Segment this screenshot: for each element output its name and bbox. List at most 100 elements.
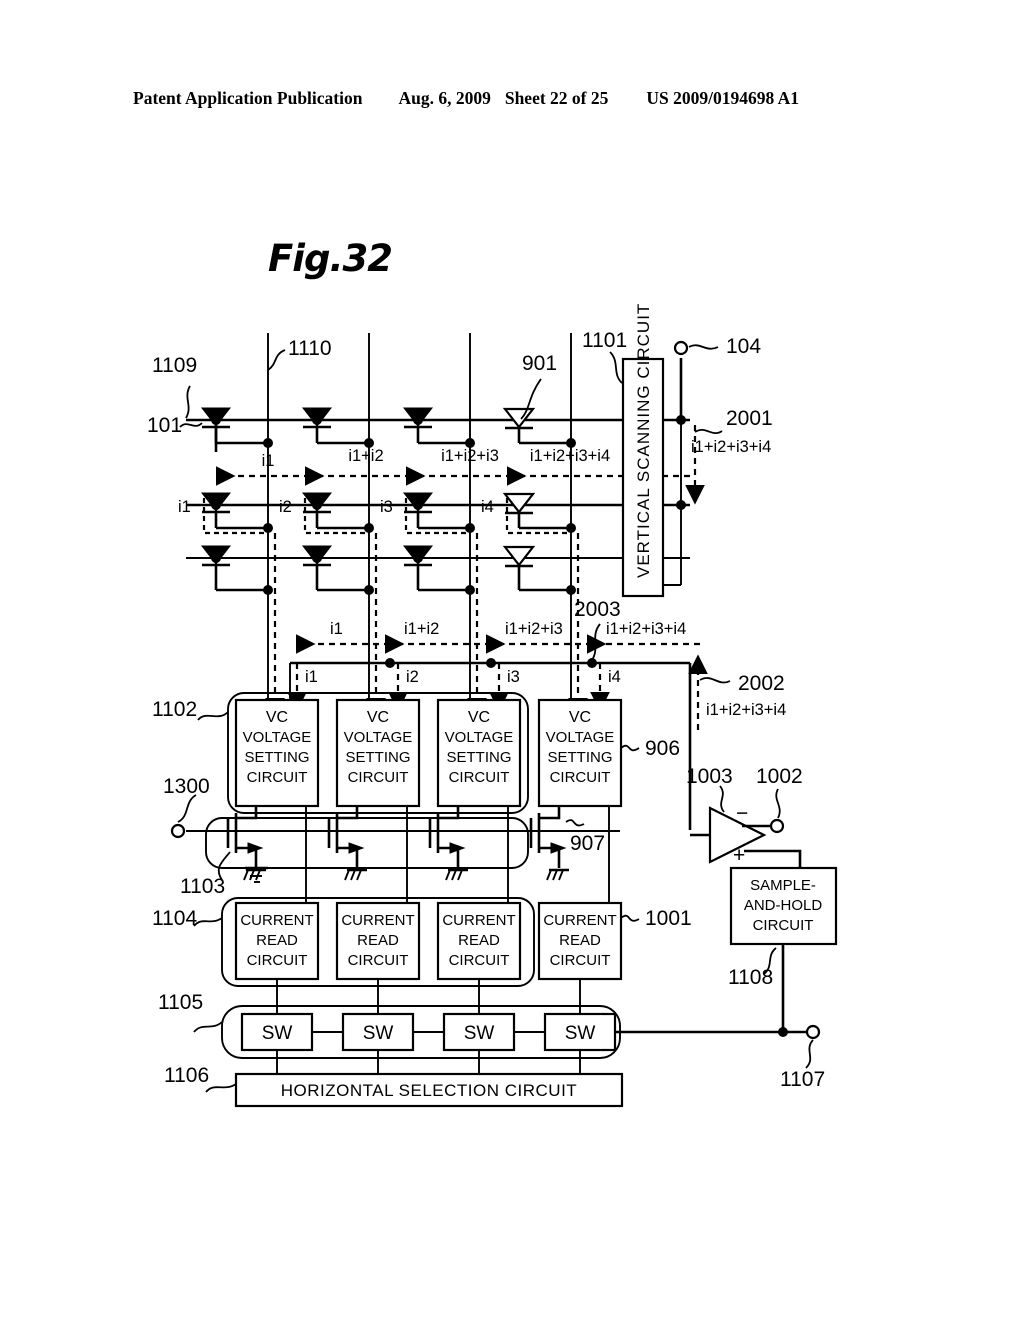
row-current-label-4: i1+i2+i3+i4 (530, 447, 610, 465)
switch-1[interactable]: SW (240, 1012, 314, 1052)
row-current-label-1: i1 (262, 452, 275, 470)
vc-voltage-setting-circuit-2[interactable]: VC VOLTAGE SETTING CIRCUIT (335, 698, 421, 808)
switch-4[interactable]: SW (543, 1012, 617, 1052)
sample-and-hold-circuit[interactable]: SAMPLE- AND-HOLD CIRCUIT (729, 866, 838, 946)
vc-voltage-setting-circuit-4[interactable]: VC VOLTAGE SETTING CIRCUIT (537, 698, 623, 808)
read-label-4-line3: CIRCUIT (550, 952, 611, 969)
vc-input-label-i3: i3 (507, 668, 520, 686)
gate-bus (170, 823, 620, 839)
vc-label-2-line1: VC (367, 709, 389, 726)
sample-hold-label-line1: SAMPLE- (750, 877, 816, 894)
sample-hold-label-line3: CIRCUIT (753, 917, 814, 934)
vc-label-1-line2: VOLTAGE (243, 729, 312, 746)
vc-label-3-line2: VOLTAGE (445, 729, 514, 746)
ref-104: 104 (726, 335, 761, 358)
switch-3-label: SW (464, 1023, 495, 1044)
vc-label-4-line4: CIRCUIT (550, 769, 611, 786)
horizontal-selection-circuit-label: HORIZONTAL SELECTION CIRCUIT (281, 1081, 577, 1100)
read-label-3-line1: CURRENT (442, 912, 515, 929)
circuit-diagram: i1 i1+i2 i1+i2+i3 i1+i2+i3+i4 i1 i2 i3 i… (147, 303, 838, 1108)
current-read-circuit-2[interactable]: CURRENT READ CIRCUIT (335, 901, 421, 981)
vc-input-arrows (287, 663, 610, 712)
switch-2-label: SW (363, 1023, 394, 1044)
vc-voltage-setting-circuit-3[interactable]: VC VOLTAGE SETTING CIRCUIT (436, 698, 522, 808)
ref-901: 901 (522, 352, 557, 375)
vc-voltage-setting-circuit-1[interactable]: VC VOLTAGE SETTING CIRCUIT (234, 698, 320, 808)
horizontal-selection-circuit[interactable]: HORIZONTAL SELECTION CIRCUIT (234, 1072, 624, 1108)
read-label-4-line1: CURRENT (543, 912, 616, 929)
pixel-current-label-i4: i4 (481, 498, 494, 516)
read-to-sw-links (276, 979, 581, 1015)
ref-1003: 1003 (686, 765, 733, 788)
sw-to-hsc-links (276, 1050, 581, 1074)
ref-1103: 1103 (180, 875, 225, 898)
patent-drawing-page: Patent Application Publication Aug. 6, 20… (0, 0, 1024, 1320)
ref-907: 907 (570, 832, 605, 855)
vc-label-2-line3: SETTING (345, 749, 410, 766)
row-current-label-3: i1+i2+i3 (441, 447, 499, 465)
pixel-array-rows (186, 418, 690, 559)
pixel-current-label-i1: i1 (178, 498, 191, 516)
bus-current-label-1: i1 (330, 620, 343, 638)
read-label-2-line2: READ (357, 932, 399, 949)
ref-1102: 1102 (152, 698, 197, 721)
output-current-label: i1+i2+i3+i4 (706, 701, 786, 719)
bus-current-label-4: i1+i2+i3+i4 (606, 620, 686, 638)
transistor-4 (529, 806, 569, 881)
amp-feedback-path (744, 849, 802, 868)
amplifier-plus-label: + (733, 844, 745, 867)
ref-1105: 1105 (158, 991, 203, 1014)
read-label-1-line1: CURRENT (240, 912, 313, 929)
ground-symbol-2 (344, 868, 367, 881)
read-label-2-line3: CIRCUIT (348, 952, 409, 969)
ref-906: 906 (645, 737, 680, 760)
switch-1-label: SW (262, 1023, 293, 1044)
current-read-circuit-3[interactable]: CURRENT READ CIRCUIT (436, 901, 522, 981)
current-read-circuit-4[interactable]: CURRENT READ CIRCUIT (537, 901, 623, 981)
ref-1107: 1107 (780, 1068, 825, 1091)
vc-label-4-line2: VOLTAGE (546, 729, 615, 746)
read-label-3-line2: READ (458, 932, 500, 949)
vc-input-label-i2: i2 (406, 668, 419, 686)
vc-label-1-line4: CIRCUIT (247, 769, 308, 786)
ref-1002: 1002 (756, 765, 803, 788)
vc-label-3-line3: SETTING (446, 749, 511, 766)
ref-2002: 2002 (738, 672, 785, 695)
ref-2003: 2003 (574, 598, 621, 621)
vc-label-1-line1: VC (266, 709, 288, 726)
bus-current-label-2: i1+i2 (404, 620, 439, 638)
read-label-1-line2: READ (256, 932, 298, 949)
amplifier[interactable] (690, 806, 767, 864)
amplifier-minus-label: − (736, 802, 748, 825)
vsc-row-connections (663, 340, 689, 586)
pixel-current-label-i3: i3 (380, 498, 393, 516)
read-label-3-line3: CIRCUIT (449, 952, 510, 969)
switch-2[interactable]: SW (341, 1012, 415, 1052)
ref-1101: 1101 (582, 329, 627, 352)
vertical-scanning-circuit[interactable]: VERTICAL SCANNING CIRCUIT (621, 303, 665, 598)
read-label-1-line3: CIRCUIT (247, 952, 308, 969)
ref-1110: 1110 (288, 337, 332, 360)
vc-label-3-line4: CIRCUIT (449, 769, 510, 786)
vertical-scanning-circuit-label: VERTICAL SCANNING CIRCUIT (634, 303, 653, 578)
ref-1001: 1001 (645, 907, 692, 930)
ground-symbol-3 (445, 868, 468, 881)
vc-label-3-line1: VC (468, 709, 490, 726)
transistor-group-outline (205, 817, 529, 869)
ground-symbol-1 (243, 868, 266, 883)
vc-label-1-line3: SETTING (244, 749, 309, 766)
vc-label-4-line3: SETTING (547, 749, 612, 766)
ref-1108: 1108 (728, 966, 773, 989)
row-current-label-2: i1+i2 (348, 447, 383, 465)
ref-1104: 1104 (152, 907, 197, 930)
vc-label-2-line2: VOLTAGE (344, 729, 413, 746)
switch-3[interactable]: SW (442, 1012, 516, 1052)
ref-101: 101 (147, 414, 182, 437)
ground-symbol-4 (546, 868, 569, 881)
vc-input-label-i4: i4 (608, 668, 621, 686)
sample-hold-label-line2: AND-HOLD (744, 897, 823, 914)
ref-1106: 1106 (164, 1064, 209, 1087)
read-label-2-line1: CURRENT (341, 912, 414, 929)
current-read-circuit-1[interactable]: CURRENT READ CIRCUIT (234, 901, 320, 981)
ref-2001: 2001 (726, 407, 773, 430)
